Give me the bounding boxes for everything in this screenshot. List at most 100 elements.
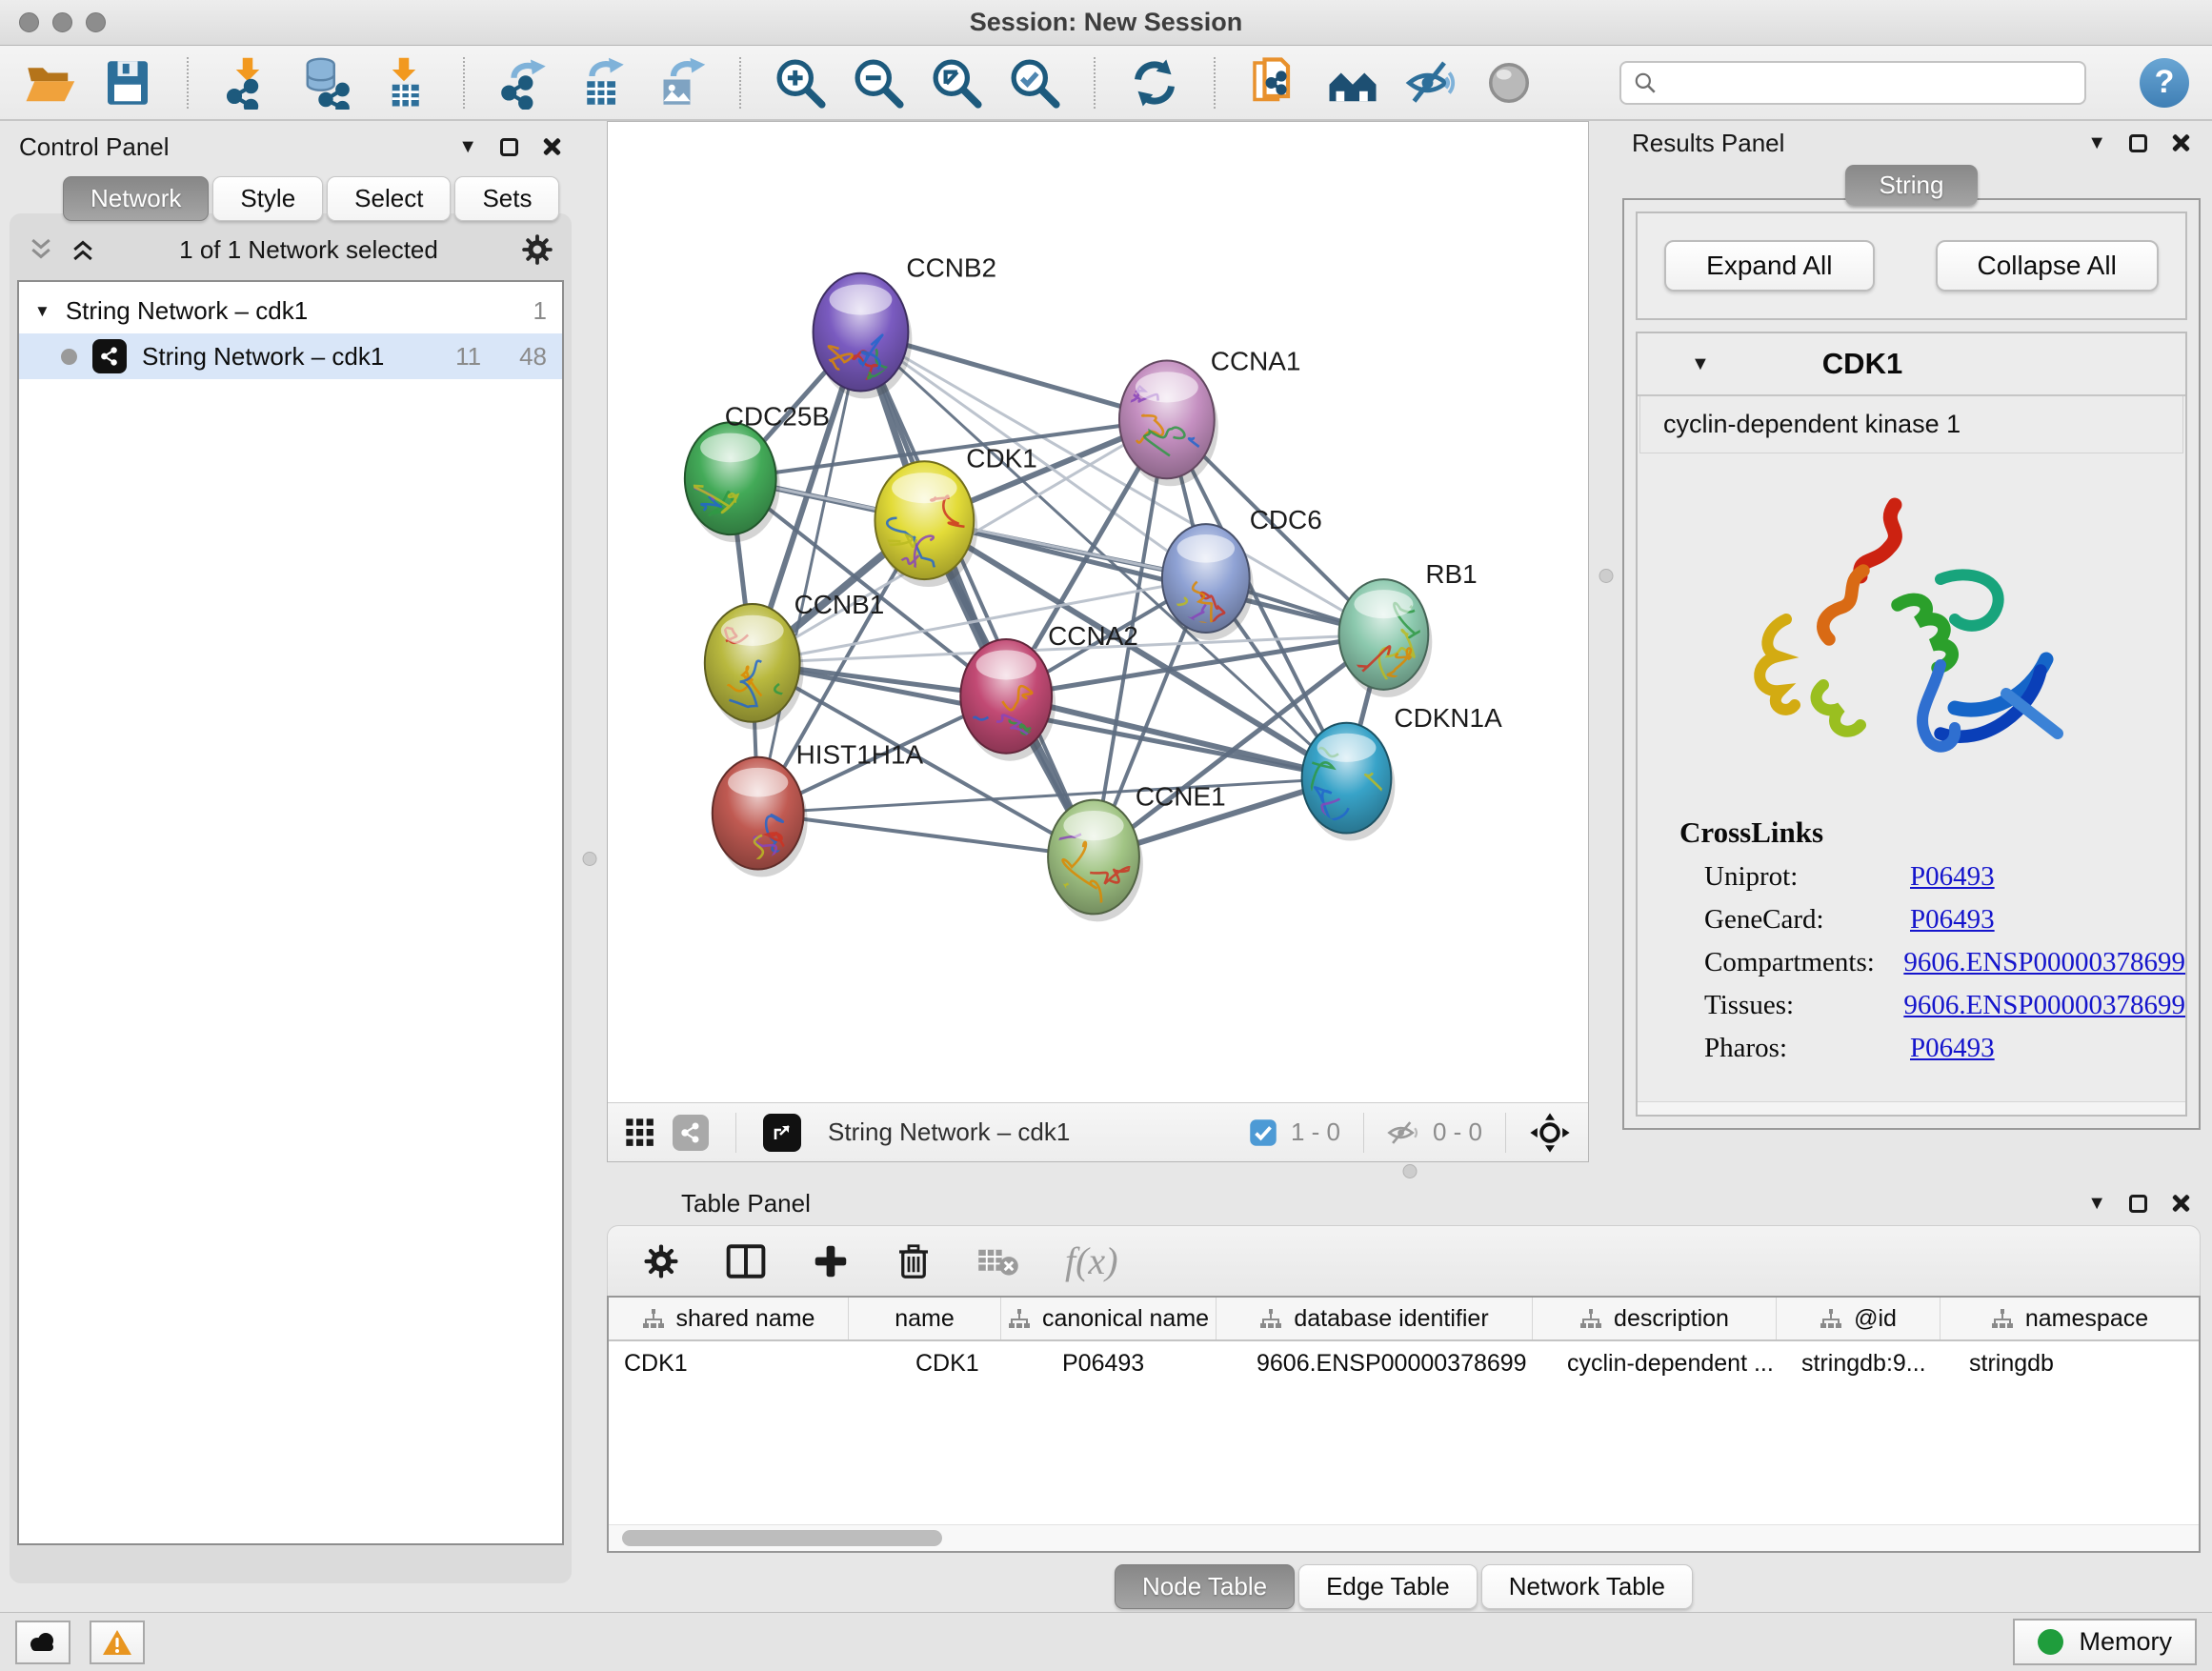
collapse-panel-icon[interactable]: ▼ [458, 137, 477, 156]
scrollbar-thumb[interactable] [622, 1530, 942, 1546]
close-results-icon[interactable] [2170, 132, 2191, 153]
delete-column-icon[interactable] [895, 1242, 932, 1280]
selected-checkbox-icon[interactable] [1249, 1118, 1277, 1147]
hide-selected-button[interactable] [1404, 56, 1458, 110]
float-results-icon[interactable] [2129, 134, 2147, 152]
tab-edge-table[interactable]: Edge Table [1298, 1564, 1478, 1609]
network-collection-row[interactable]: ▼ String Network – cdk1 1 [19, 288, 562, 333]
export-table-button[interactable] [575, 56, 629, 110]
import-table-button[interactable] [377, 56, 431, 110]
network-node-label: CCNE1 [1136, 782, 1226, 812]
table-gear-icon[interactable] [642, 1242, 680, 1280]
cell-shared-name[interactable]: CDK1 [609, 1350, 849, 1378]
add-column-icon[interactable] [812, 1242, 850, 1280]
network-row[interactable]: String Network – cdk1 11 48 [19, 333, 562, 379]
network-canvas[interactable]: CCNB2CCNA1CDC25BCDK1CDC6RB1CCNB1CCNA2CDK… [608, 122, 1588, 1102]
collection-expand-icon[interactable]: ▼ [34, 303, 50, 319]
table-horizontal-scrollbar[interactable] [609, 1524, 2199, 1551]
tab-string[interactable]: String [1845, 165, 1979, 206]
column-header-id[interactable]: @id [1777, 1298, 1941, 1339]
horizontal-splitter[interactable] [607, 1162, 2212, 1181]
open-session-button[interactable] [23, 56, 76, 110]
gene-expand-icon[interactable]: ▼ [1691, 354, 1710, 373]
gene-section-header[interactable]: ▼ CDK1 [1638, 333, 2185, 396]
results-panel-title: Results Panel [1632, 129, 1784, 158]
cell-canonical-name[interactable]: P06493 [1001, 1350, 1217, 1378]
tab-network-table[interactable]: Network Table [1481, 1564, 1693, 1609]
network-options-gear-icon[interactable] [520, 232, 554, 267]
toolbar-separator [1094, 57, 1096, 109]
tissues-link[interactable]: 9606.ENSP00000378699 [1903, 990, 2185, 1021]
network-node-label: RB1 [1425, 559, 1477, 589]
float-panel-icon[interactable] [500, 138, 518, 156]
crosslink-label: Uniprot: [1704, 861, 1910, 893]
tab-network[interactable]: Network [63, 176, 209, 221]
collapse-all-button[interactable]: Collapse All [1936, 240, 2159, 292]
expand-all-icon[interactable] [69, 235, 97, 264]
uniprot-link[interactable]: P06493 [1910, 861, 1995, 893]
tab-style[interactable]: Style [212, 176, 323, 221]
export-network-button[interactable] [497, 56, 551, 110]
warnings-button[interactable] [90, 1621, 145, 1664]
detach-view-icon[interactable] [763, 1114, 801, 1152]
cell-id[interactable]: stringdb:9... [1777, 1350, 1941, 1378]
pan-crosshair-icon[interactable] [1529, 1112, 1571, 1154]
memory-button[interactable]: Memory [2013, 1619, 2197, 1665]
zoom-selected-button[interactable] [1008, 56, 1061, 110]
crosslinks-heading: CrossLinks [1679, 815, 2185, 850]
right-splitter[interactable] [1589, 121, 1622, 1162]
show-columns-icon[interactable] [726, 1242, 766, 1280]
close-table-icon[interactable] [2170, 1193, 2191, 1214]
network-edge[interactable] [860, 332, 1094, 857]
column-header-namespace[interactable]: namespace [1941, 1298, 2199, 1339]
column-header-database-identifier[interactable]: database identifier [1217, 1298, 1533, 1339]
column-header-description[interactable]: description [1533, 1298, 1777, 1339]
tab-sets[interactable]: Sets [454, 176, 559, 221]
zoom-out-button[interactable] [852, 56, 905, 110]
function-builder-button[interactable]: f(x) [1065, 1238, 1118, 1283]
save-session-button[interactable] [101, 56, 154, 110]
import-network-button[interactable] [221, 56, 274, 110]
cell-name[interactable]: CDK1 [849, 1350, 1001, 1378]
tab-select[interactable]: Select [327, 176, 451, 221]
show-graphics-details-button[interactable] [1482, 56, 1536, 110]
cell-database-identifier[interactable]: 9606.ENSP00000378699 [1217, 1350, 1533, 1378]
collapse-results-icon[interactable]: ▼ [2087, 133, 2106, 152]
collapse-all-icon[interactable] [27, 235, 55, 264]
search-input[interactable] [1619, 61, 2086, 105]
cloud-status-button[interactable] [15, 1621, 70, 1664]
collapse-table-icon[interactable]: ▼ [2087, 1194, 2106, 1213]
float-table-icon[interactable] [2129, 1195, 2147, 1213]
help-button[interactable]: ? [2140, 58, 2189, 108]
genecard-link[interactable]: P06493 [1910, 904, 1995, 936]
cell-namespace[interactable]: stringdb [1941, 1350, 2199, 1378]
import-network-from-database-button[interactable] [299, 56, 352, 110]
table-row[interactable]: CDK1 CDK1 P06493 9606.ENSP00000378699 cy… [609, 1341, 2199, 1385]
close-panel-icon[interactable] [541, 136, 562, 157]
left-splitter[interactable] [572, 121, 607, 1612]
tab-node-table[interactable]: Node Table [1115, 1564, 1295, 1609]
export-image-button[interactable] [654, 56, 707, 110]
table-type-tabs: Node Table Edge Table Network Table [607, 1553, 2201, 1612]
compartments-link[interactable]: 9606.ENSP00000378699 [1903, 947, 2185, 978]
column-header-name[interactable]: name [849, 1298, 1001, 1339]
network-edge[interactable] [758, 814, 1094, 857]
zoom-fit-button[interactable] [930, 56, 983, 110]
cell-description[interactable]: cyclin-dependent ... [1533, 1350, 1777, 1378]
first-neighbors-button[interactable] [1326, 56, 1379, 110]
column-header-canonical-name[interactable]: canonical name [1001, 1298, 1217, 1339]
expand-all-button[interactable]: Expand All [1664, 240, 1874, 292]
grid-view-icon[interactable] [625, 1117, 655, 1148]
new-network-from-selection-button[interactable] [1248, 56, 1301, 110]
results-scrollbar[interactable] [1638, 1101, 2185, 1115]
zoom-in-button[interactable] [774, 56, 827, 110]
network-node-label: CDC6 [1250, 505, 1322, 534]
column-header-shared-name[interactable]: shared name [609, 1298, 849, 1339]
refresh-layout-button[interactable] [1128, 56, 1181, 110]
crosslink-label: Tissues: [1704, 990, 1903, 1021]
network-edge-count: 48 [519, 342, 547, 372]
network-node-label: CDK1 [966, 443, 1037, 473]
network-share-view-icon[interactable] [673, 1115, 709, 1151]
pharos-link[interactable]: P06493 [1910, 1033, 1995, 1064]
delete-table-icon[interactable] [977, 1244, 1019, 1278]
